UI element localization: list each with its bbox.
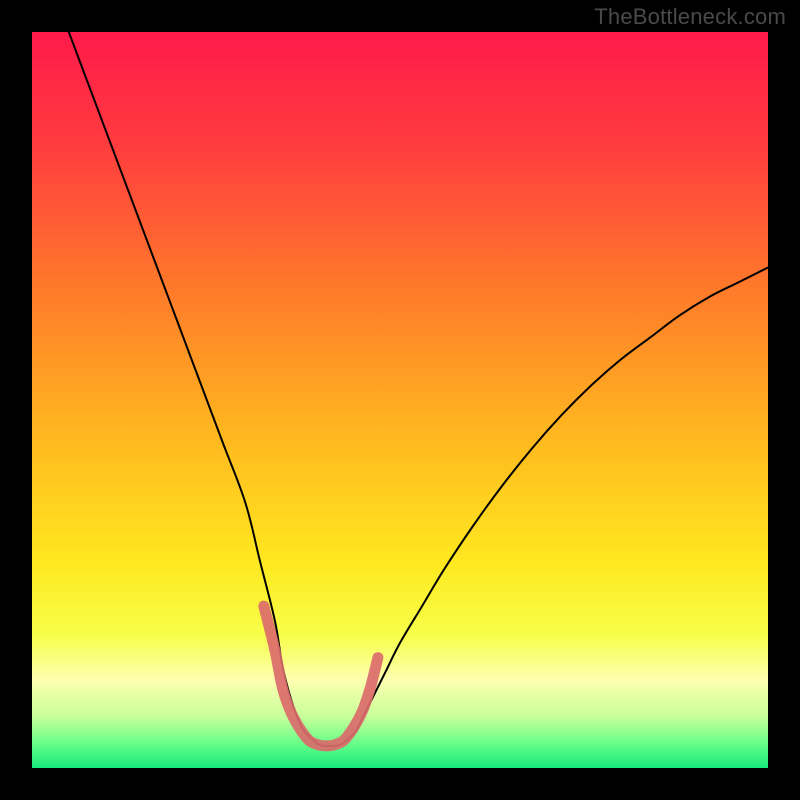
plot-area — [32, 32, 768, 768]
gradient-background — [32, 32, 768, 768]
chart-svg — [32, 32, 768, 768]
chart-frame: TheBottleneck.com — [0, 0, 800, 800]
watermark-text: TheBottleneck.com — [594, 4, 786, 30]
